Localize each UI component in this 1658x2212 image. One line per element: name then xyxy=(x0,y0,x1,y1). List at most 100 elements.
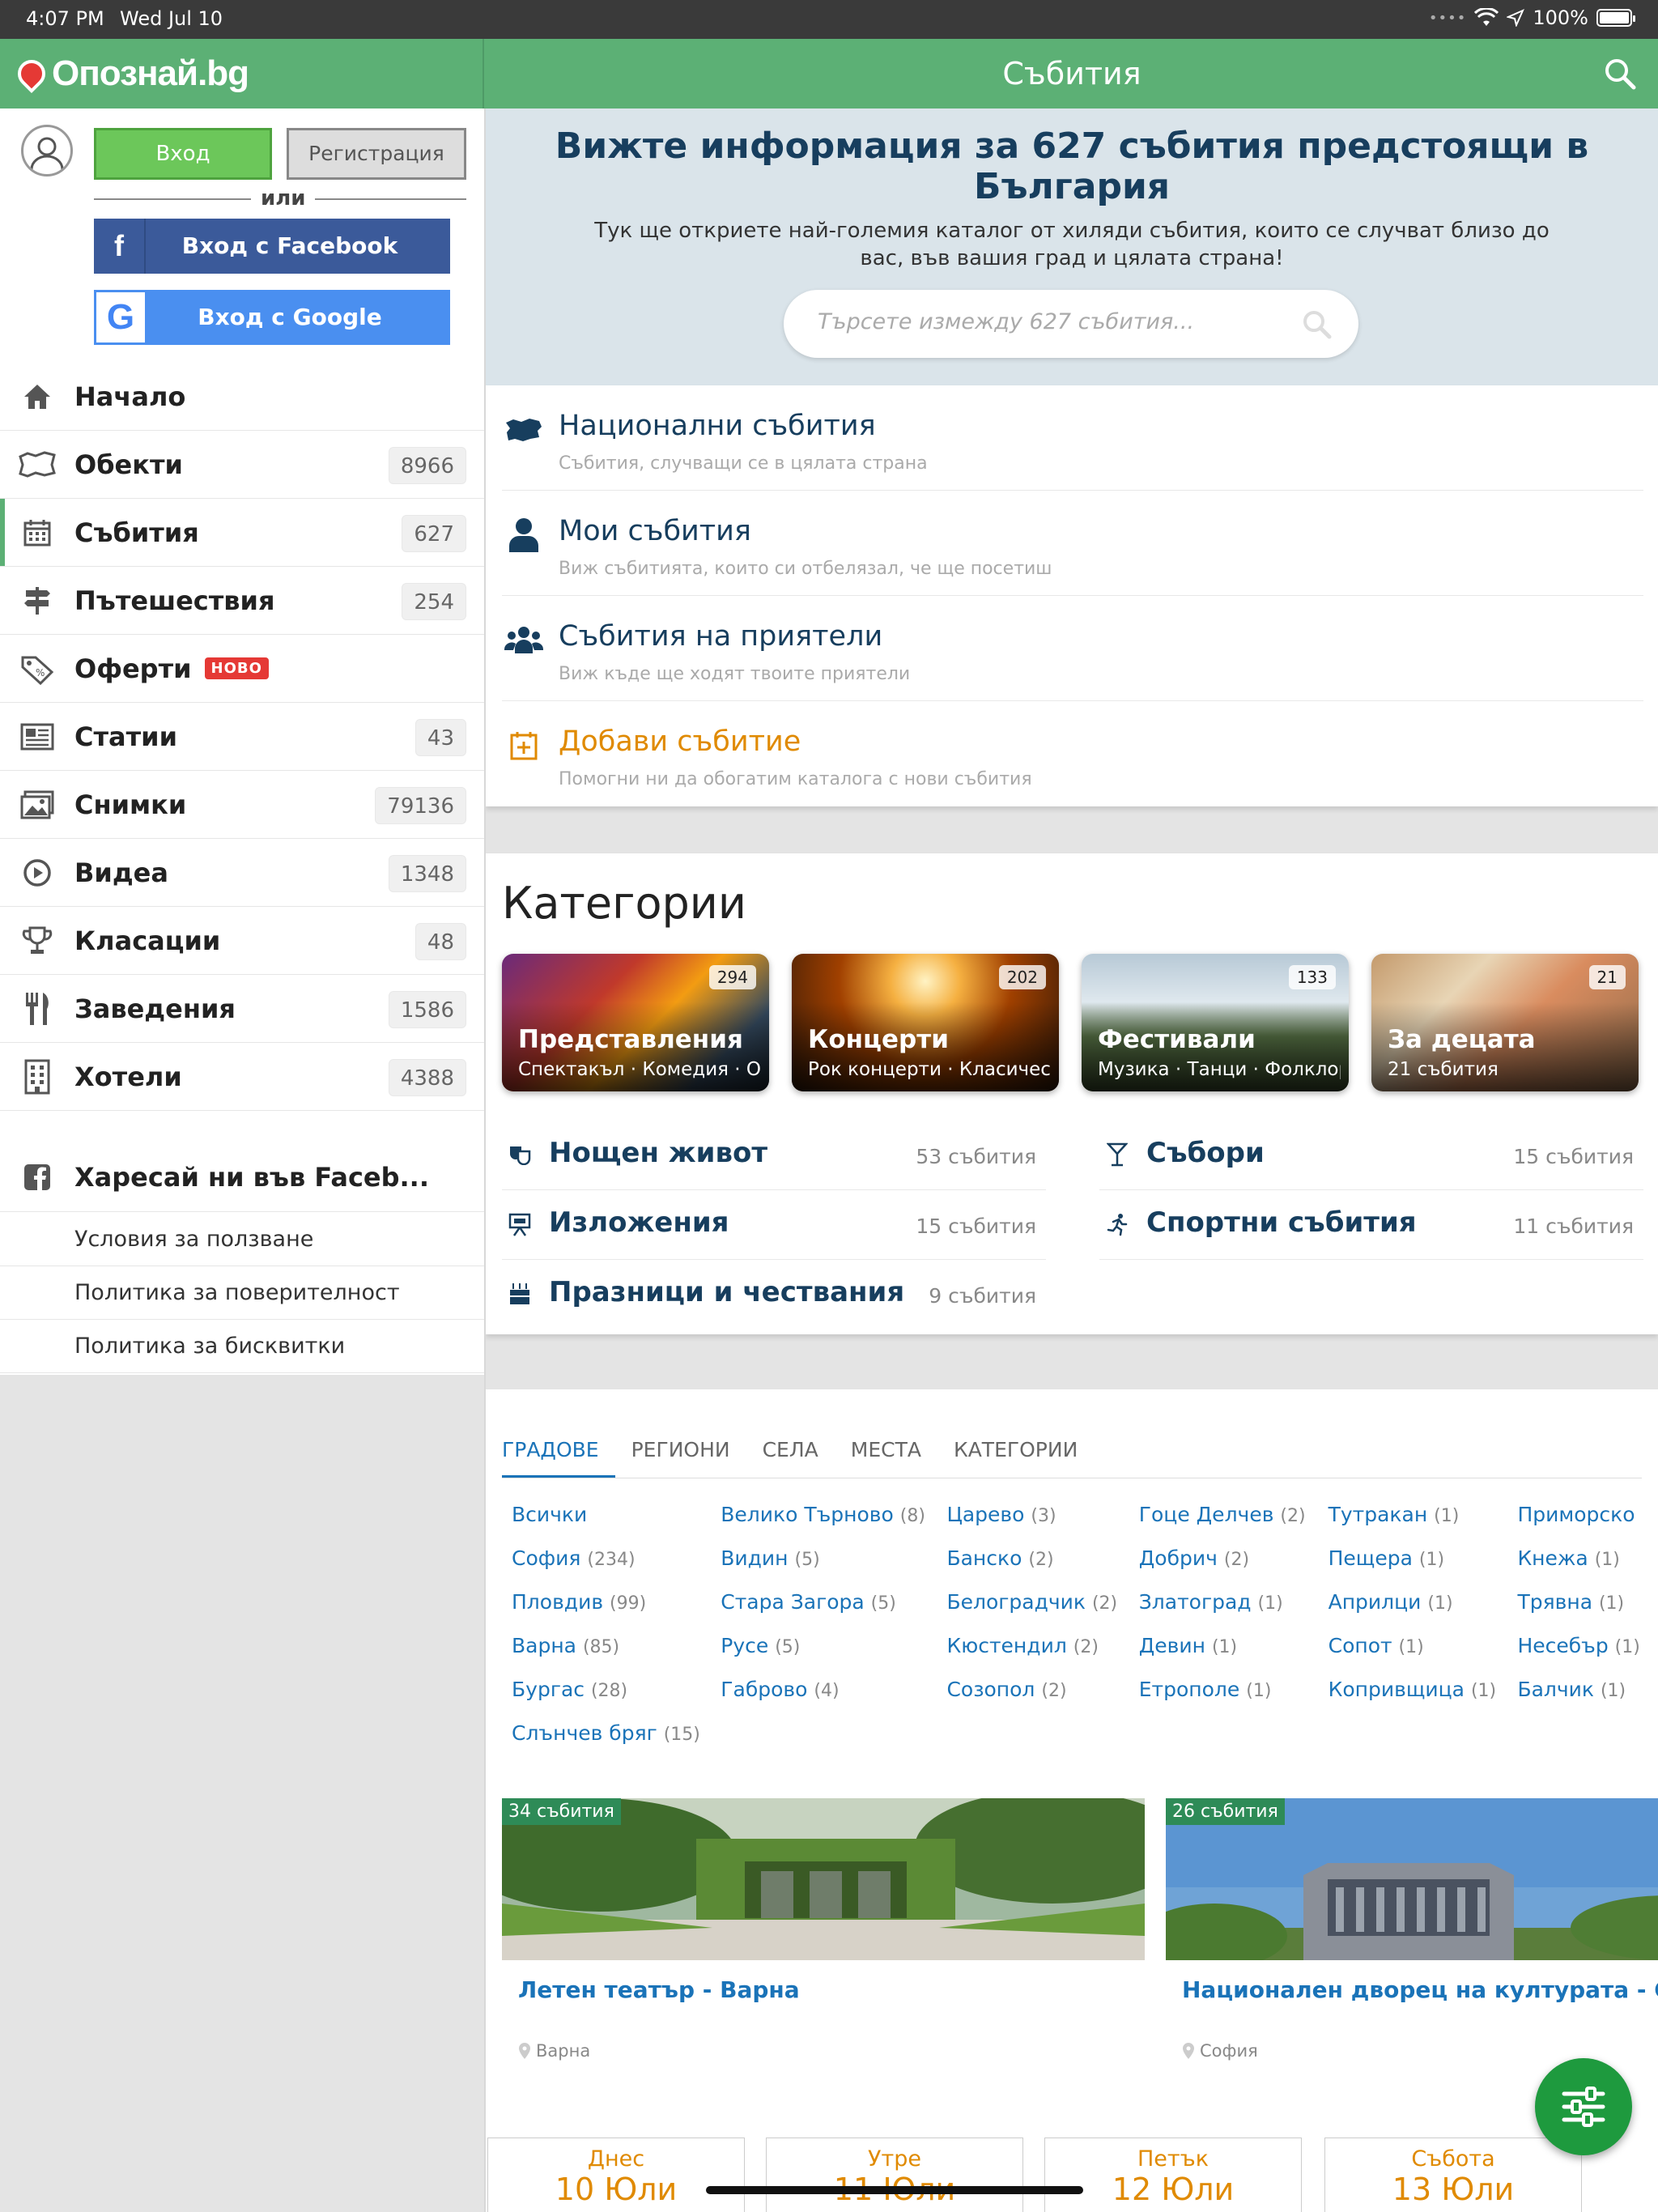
day-tomorrow[interactable]: Утре 11 Юли xyxy=(766,2138,1023,2212)
city-count: (2) xyxy=(1041,1681,1067,1701)
city-link[interactable]: Велико Търново (8) xyxy=(721,1503,925,1526)
city-link[interactable]: Созопол (2) xyxy=(946,1678,1066,1701)
city-count: (1) xyxy=(1614,1637,1640,1657)
sidebar-item-offers[interactable]: % Оферти НОВО xyxy=(0,635,484,703)
tab-places[interactable]: МЕСТА xyxy=(835,1422,937,1478)
city-link[interactable]: Априлци (1) xyxy=(1329,1590,1453,1614)
card-subtitle: Музика · Танци · Фолклор xyxy=(1098,1059,1341,1080)
city-link[interactable]: Копривщица (1) xyxy=(1329,1678,1497,1701)
category-card-concerts[interactable]: 202 Концерти Рок концерти · Класическа м… xyxy=(792,954,1059,1091)
city-link[interactable]: Варна (85) xyxy=(512,1634,619,1657)
sidebar-item-hotels[interactable]: Хотели 4388 xyxy=(0,1043,484,1111)
category-link-holidays[interactable]: Празници и чествания 9 събития xyxy=(502,1260,1046,1329)
city-link[interactable]: Пещера (1) xyxy=(1329,1546,1444,1570)
facebook-like-label: Харесай ни във Faceb... xyxy=(74,1161,429,1193)
logo[interactable]: Опознай.bg xyxy=(0,39,484,108)
search-icon[interactable] xyxy=(1300,308,1333,340)
city-count: (1) xyxy=(1594,1550,1620,1570)
city-name: Пловдив xyxy=(512,1590,604,1614)
category-card-performances[interactable]: 294 Представления Спектакъл · Комедия · … xyxy=(502,954,769,1091)
login-button[interactable]: Вход xyxy=(94,128,272,180)
google-login-button[interactable]: G Вход с Google xyxy=(94,290,450,345)
list-item-add-event[interactable]: Добави събитие Помогни ни да обогатим ка… xyxy=(502,701,1643,806)
city-count: (3) xyxy=(1031,1506,1056,1526)
calendar-plus-icon xyxy=(502,724,546,768)
day-today[interactable]: Днес 10 Юли xyxy=(487,2138,745,2212)
category-link-fairs[interactable]: Събори 15 събития xyxy=(1099,1121,1643,1190)
search-icon[interactable] xyxy=(1603,57,1637,91)
city-link[interactable]: Габрово (4) xyxy=(721,1678,839,1701)
list-item-national-events[interactable]: Национални събития Събития, случващи се … xyxy=(502,385,1643,491)
map-pin-icon xyxy=(1183,2043,1194,2059)
city-link[interactable]: Златоград (1) xyxy=(1139,1590,1283,1614)
sidebar-item-articles[interactable]: Статии 43 xyxy=(0,703,484,771)
category-link-exhibitions[interactable]: Изложения 15 събития xyxy=(502,1190,1046,1260)
sidebar-item-home[interactable]: Начало xyxy=(0,363,484,431)
tab-cities[interactable]: ГРАДОВЕ xyxy=(502,1422,615,1478)
sidebar-item-restaurants[interactable]: Заведения 1586 xyxy=(0,975,484,1043)
city-link[interactable]: Видин (5) xyxy=(721,1546,819,1570)
venue-title: Национален дворец на културата - София xyxy=(1182,1976,1658,2003)
city-link[interactable]: Добрич (2) xyxy=(1139,1546,1249,1570)
terms-link[interactable]: Условия за ползване xyxy=(0,1213,484,1266)
city-link[interactable]: Тутракан (1) xyxy=(1329,1503,1460,1526)
category-link-sports[interactable]: Спортни събития 11 събития xyxy=(1099,1190,1643,1260)
list-item-friends-events[interactable]: Събития на приятели Виж къде ще ходят тв… xyxy=(502,596,1643,701)
city-link[interactable]: Банско (2) xyxy=(946,1546,1053,1570)
facebook-like-link[interactable]: Харесай ни във Faceb... xyxy=(0,1142,484,1212)
cutlery-icon xyxy=(18,989,57,1028)
status-indicators: •••• 100% xyxy=(1429,6,1635,29)
day-selector: Днес 10 Юли Утре 11 Юли Петък 12 Юли Съб… xyxy=(486,2138,1658,2212)
venue-card-sofia[interactable]: 26 събития Национален дворец на културат… xyxy=(1166,1798,1658,2065)
event-search-input[interactable]: Търсете измежду 627 събития... xyxy=(784,290,1358,358)
sidebar-item-photos[interactable]: Снимки 79136 xyxy=(0,771,484,839)
city-link[interactable]: Русе (5) xyxy=(721,1634,800,1657)
city-link[interactable]: Всички xyxy=(512,1503,587,1526)
city-name: Велико Търново xyxy=(721,1503,894,1526)
city-link[interactable]: Царево (3) xyxy=(946,1503,1056,1526)
category-card-festivals[interactable]: 133 Фестивали Музика · Танци · Фолклор xyxy=(1082,954,1349,1091)
city-link[interactable]: Девин (1) xyxy=(1139,1634,1237,1657)
city-link[interactable]: Пловдив (99) xyxy=(512,1590,646,1614)
cookies-link[interactable]: Политика за бисквитки xyxy=(0,1320,484,1373)
city-link[interactable]: Балчик (1) xyxy=(1517,1678,1626,1701)
sidebar-item-objects[interactable]: Обекти 8966 xyxy=(0,431,484,499)
category-link-nightlife[interactable]: Нощен живот 53 събития xyxy=(502,1121,1046,1190)
event-lists: Национални събития Събития, случващи се … xyxy=(486,385,1658,806)
sidebar-item-count: 627 xyxy=(402,515,466,552)
register-button[interactable]: Регистрация xyxy=(287,128,466,180)
sidebar-item-events[interactable]: Събития 627 xyxy=(0,499,484,567)
facebook-login-button[interactable]: f Вход с Facebook xyxy=(94,219,450,274)
sidebar-item-videos[interactable]: Видеа 1348 xyxy=(0,839,484,907)
sidebar-item-rankings[interactable]: Класации 48 xyxy=(0,907,484,975)
card-title: За децата xyxy=(1388,1025,1536,1054)
city-link[interactable]: Гоце Делчев (2) xyxy=(1139,1503,1306,1526)
city-link[interactable]: Приморско xyxy=(1517,1503,1635,1526)
sidebar-item-trips[interactable]: Пътешествия 254 xyxy=(0,567,484,635)
filter-button[interactable] xyxy=(1535,2058,1632,2155)
day-friday[interactable]: Петък 12 Юли xyxy=(1044,2138,1302,2212)
avatar[interactable] xyxy=(21,125,73,177)
tab-villages[interactable]: СЕЛА xyxy=(746,1422,835,1478)
list-item-my-events[interactable]: Мои събития Виж събитията, които си отбе… xyxy=(502,491,1643,596)
city-link[interactable]: Стара Загора (5) xyxy=(721,1590,896,1614)
location-tabs: ГРАДОВЕ РЕГИОНИ СЕЛА МЕСТА КАТЕГОРИИ xyxy=(502,1422,1642,1478)
category-card-kids[interactable]: 21 За децата 21 събития xyxy=(1371,954,1639,1091)
city-link[interactable]: Сопот (1) xyxy=(1329,1634,1424,1657)
tab-regions[interactable]: РЕГИОНИ xyxy=(615,1422,746,1478)
privacy-link[interactable]: Политика за поверителност xyxy=(0,1266,484,1320)
city-link[interactable]: Слънчев бряг (15) xyxy=(512,1721,700,1745)
venue-card-varna[interactable]: 34 събития Летен театър - Варна Варна xyxy=(502,1798,1145,2065)
city-link[interactable]: Етрополе (1) xyxy=(1139,1678,1272,1701)
city-link[interactable]: Несебър (1) xyxy=(1517,1634,1639,1657)
city-link[interactable]: Бургас (28) xyxy=(512,1678,627,1701)
city-link[interactable]: Кнежа (1) xyxy=(1517,1546,1619,1570)
list-item-title: Добави събитие xyxy=(559,725,801,758)
city-link[interactable]: Трявна (1) xyxy=(1517,1590,1624,1614)
city-count: (1) xyxy=(1427,1593,1453,1614)
category-link-title: Изложения xyxy=(549,1206,729,1239)
city-link[interactable]: Кюстендил (2) xyxy=(946,1634,1098,1657)
city-link[interactable]: Белоградчик (2) xyxy=(946,1590,1117,1614)
tab-categories[interactable]: КАТЕГОРИИ xyxy=(937,1422,1094,1478)
city-link[interactable]: София (234) xyxy=(512,1546,636,1570)
